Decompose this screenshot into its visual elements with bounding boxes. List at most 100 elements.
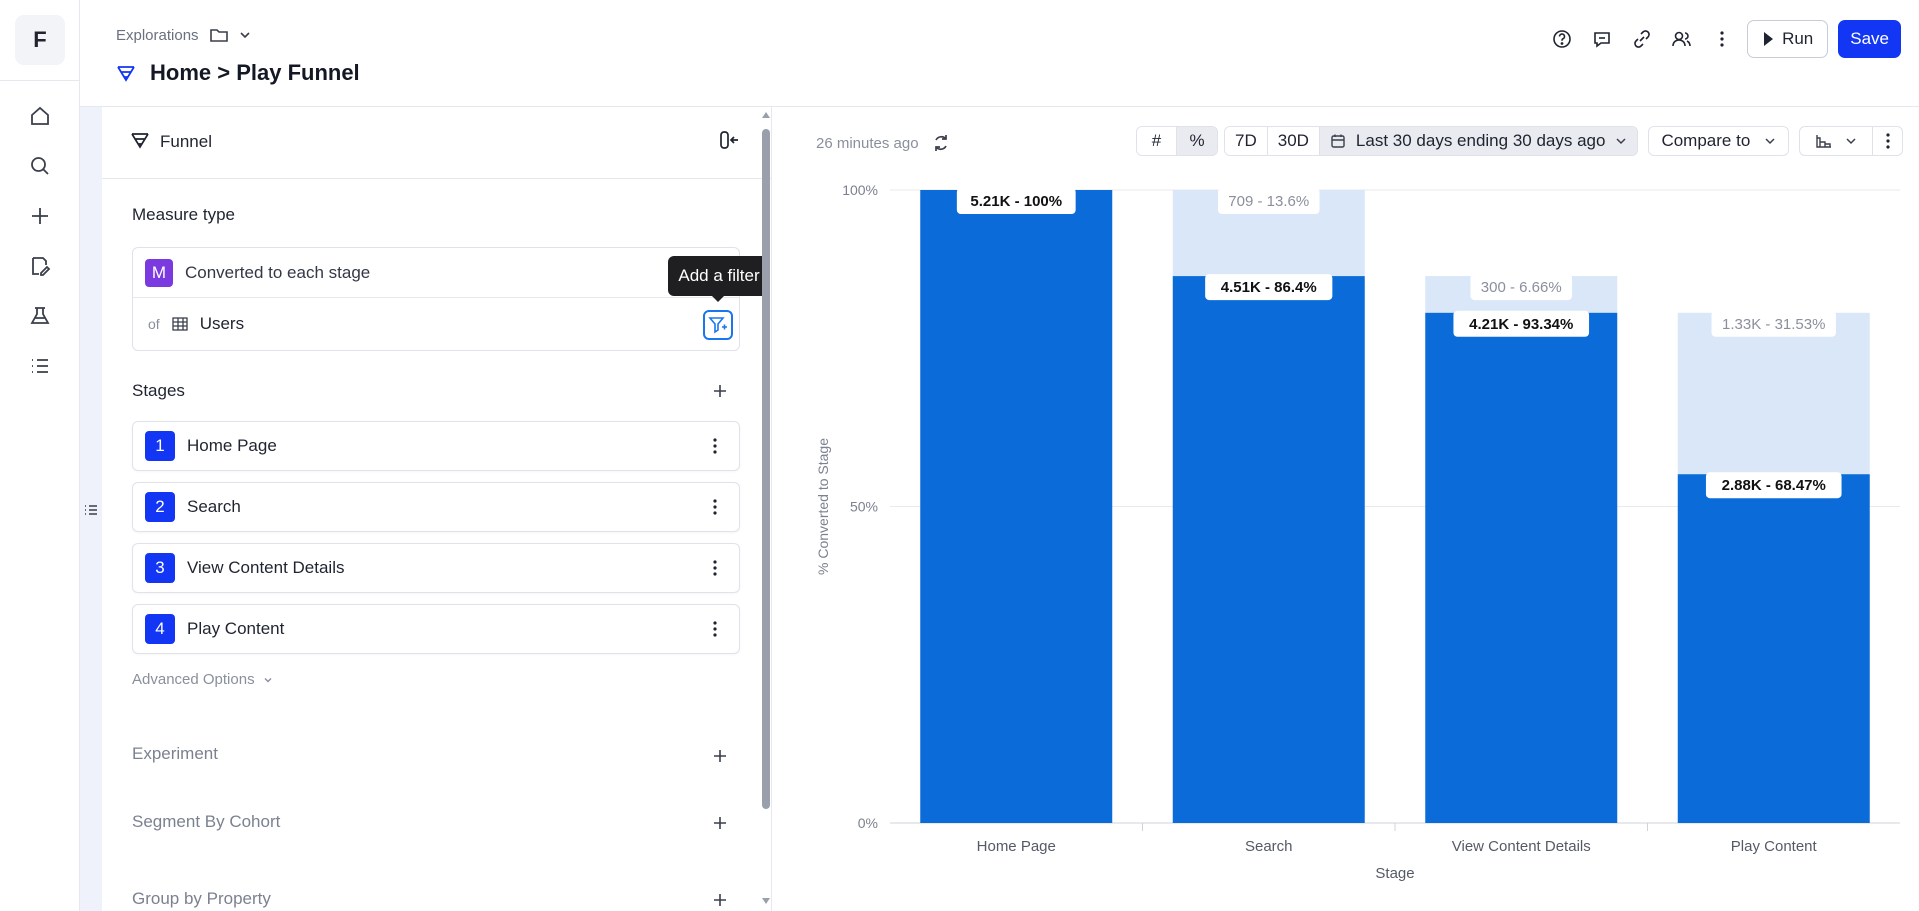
scroll-thumb[interactable] [762, 129, 770, 809]
chevron-down-icon [264, 677, 272, 682]
converted-bar [920, 190, 1113, 823]
page-title-row: Home > Play Funnel [116, 60, 360, 86]
flask-icon[interactable] [20, 296, 60, 336]
play-icon [1764, 32, 1774, 46]
scroll-up-icon[interactable] [761, 111, 771, 119]
panel-header: Funnel [102, 107, 771, 179]
run-button[interactable]: Run [1747, 20, 1829, 58]
converted-label: 2.88K - 68.47% [1705, 472, 1842, 499]
stages-title: Stages [132, 381, 185, 400]
search-icon[interactable] [20, 146, 60, 186]
plus-icon [714, 750, 726, 762]
table-icon [172, 317, 188, 331]
add-stage-button[interactable] [708, 379, 732, 403]
stage-number: 3 [145, 553, 175, 583]
left-nav: F [0, 0, 80, 911]
page-header: Explorations Home > Play Funnel Run Save [80, 0, 1919, 107]
stage-menu-icon[interactable] [705, 495, 725, 519]
help-icon[interactable] [1547, 20, 1577, 58]
dropoff-label: 300 - 6.66% [1470, 274, 1573, 301]
plus-icon [714, 385, 726, 397]
nav-divider [0, 80, 80, 81]
outline-list-icon[interactable] [84, 503, 98, 517]
x-tick-label: Home Page [977, 838, 1056, 855]
measure-type-select[interactable]: M Converted to each stage [133, 248, 739, 298]
advanced-options-toggle[interactable]: Advanced Options [132, 671, 273, 688]
svg-text:300 - 6.66%: 300 - 6.66% [1481, 279, 1562, 296]
stage-menu-icon[interactable] [705, 617, 725, 641]
entity-label: Users [199, 314, 245, 333]
more-vertical-icon[interactable] [1707, 20, 1737, 58]
converted-bar [1425, 312, 1618, 823]
converted-label: 5.21K - 100% [956, 188, 1076, 214]
app-logo[interactable]: F [15, 15, 65, 65]
svg-text:4.21K - 93.34%: 4.21K - 93.34% [1469, 316, 1573, 333]
add-cohort-button[interactable] [708, 811, 732, 835]
stage-item[interactable]: 1 Home Page [132, 421, 740, 471]
add-filter-button[interactable] [703, 310, 733, 340]
save-button[interactable]: Save [1838, 20, 1901, 58]
group-by-property-section[interactable]: Group by Property [132, 889, 271, 909]
x-axis-title: Stage [1375, 865, 1414, 882]
svg-text:5.21K - 100%: 5.21K - 100% [970, 193, 1062, 210]
folder-icon[interactable] [209, 26, 229, 44]
scroll-down-icon[interactable] [761, 897, 771, 905]
measure-badge: M [145, 258, 173, 287]
header-actions: Run Save [1547, 20, 1901, 58]
stage-number: 2 [145, 492, 175, 522]
chevron-down-icon[interactable] [239, 29, 251, 41]
stage-name: View Content Details [187, 558, 345, 577]
stage-menu-icon[interactable] [705, 556, 725, 580]
stage-name: Search [187, 497, 241, 516]
stage-number: 1 [145, 431, 175, 461]
add-filter-tooltip: Add a filter [668, 256, 770, 302]
segment-by-cohort-section[interactable]: Segment By Cohort [132, 812, 280, 832]
measure-box: M Converted to each stage of Users [132, 247, 740, 351]
dropoff-label: 1.33K - 31.53% [1711, 310, 1836, 337]
y-tick-label: 0% [858, 815, 878, 831]
funnel-chart: 100% 50% 0% 5.21K - 100% Home Page 709 - 13.6… [815, 182, 1900, 882]
stage-item[interactable]: 4 Play Content [132, 604, 740, 654]
svg-text:709 - 13.6%: 709 - 13.6% [1228, 193, 1309, 210]
funnel-icon [117, 66, 135, 82]
stage-item[interactable]: 3 View Content Details [132, 543, 740, 593]
stage-number: 4 [145, 614, 175, 644]
y-tick-label: 100% [842, 182, 878, 198]
stage-item[interactable]: 2 Search [132, 482, 740, 532]
share-users-icon[interactable] [1667, 20, 1697, 58]
add-group-by-button[interactable] [708, 888, 732, 911]
x-tick-label: Search [1245, 838, 1293, 855]
experiment-section[interactable]: Experiment [132, 744, 218, 764]
edit-icon[interactable] [20, 246, 60, 286]
svg-text:1.33K - 31.53%: 1.33K - 31.53% [1722, 316, 1825, 333]
y-tick-label: 50% [850, 499, 878, 515]
panel-collapse-strip[interactable] [80, 107, 102, 911]
plus-icon[interactable] [20, 196, 60, 236]
link-icon[interactable] [1627, 20, 1657, 58]
config-panel: Funnel Measure type M Converted to each … [102, 107, 772, 911]
svg-text:4.51K - 86.4%: 4.51K - 86.4% [1221, 279, 1317, 296]
plus-icon [714, 894, 726, 906]
x-tick-label: View Content Details [1452, 838, 1591, 855]
advanced-options-label: Advanced Options [132, 671, 255, 688]
panel-scrollbar[interactable] [760, 107, 771, 911]
measure-value: Converted to each stage [185, 262, 371, 282]
converted-label: 4.51K - 86.4% [1205, 274, 1333, 301]
dropoff-label: 709 - 13.6% [1217, 188, 1320, 214]
funnel-icon [131, 133, 149, 149]
breadcrumb-label[interactable]: Explorations [116, 27, 199, 44]
converted-bar [1172, 276, 1365, 823]
collapse-panel-icon[interactable] [718, 129, 740, 151]
stage-name: Home Page [187, 436, 277, 455]
converted-label: 4.21K - 93.34% [1453, 310, 1590, 337]
measure-entity-row[interactable]: of Users [133, 298, 739, 350]
home-icon[interactable] [20, 96, 60, 136]
stage-menu-icon[interactable] [705, 434, 725, 458]
comment-icon[interactable] [1587, 20, 1617, 58]
add-experiment-button[interactable] [708, 744, 732, 768]
of-label: of [148, 316, 160, 332]
filter-plus-icon [708, 317, 727, 334]
list-icon[interactable] [20, 346, 60, 386]
converted-bar [1677, 474, 1870, 823]
panel-type-label: Funnel [160, 132, 212, 151]
